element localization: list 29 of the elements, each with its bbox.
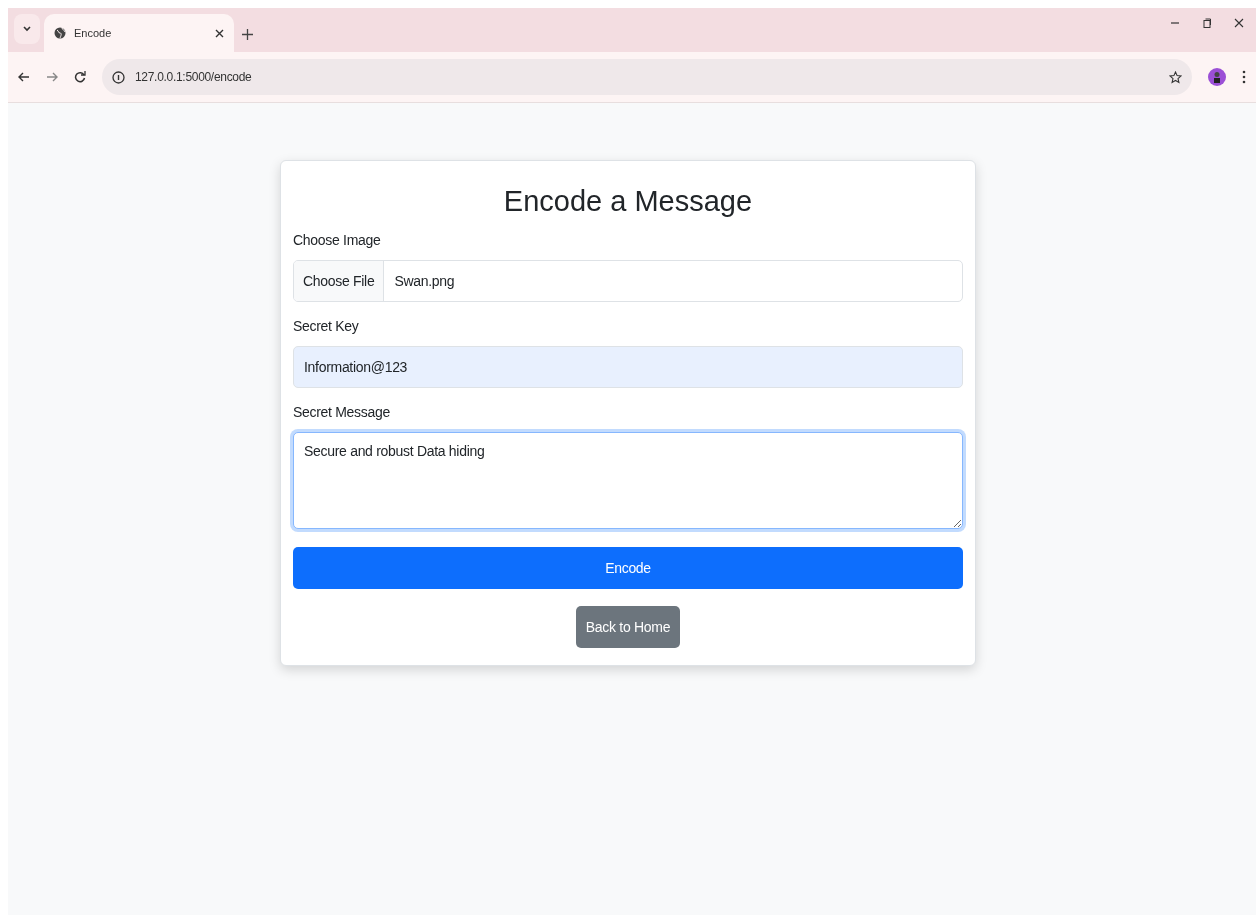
field-label: Secret Message [293, 404, 391, 420]
encode-button[interactable]: Encode [293, 547, 963, 589]
message-input[interactable]: Secure and robust Data hiding [293, 432, 963, 529]
field-label: Secret Key [293, 318, 360, 334]
file-name: Swan.png [393, 273, 455, 289]
close-icon[interactable] [215, 28, 224, 38]
menu-icon[interactable] [1242, 70, 1246, 84]
close-icon[interactable] [1234, 18, 1244, 28]
field-label: Choose Image [293, 232, 382, 248]
chevron-down-icon [23, 26, 31, 32]
profile-avatar[interactable] [1208, 68, 1226, 86]
choose-file-button[interactable]: Choose File [294, 261, 385, 301]
globe-icon [54, 27, 66, 39]
key-input[interactable]: Information@123 [293, 346, 963, 388]
address-bar[interactable]: 127.0.0.1:5000/encode [102, 59, 1192, 95]
star-icon[interactable] [1169, 70, 1182, 84]
file-input[interactable]: Choose File Swan.png [293, 260, 963, 302]
browser-tab[interactable]: Encode [44, 14, 234, 52]
tab-title: Encode [74, 27, 113, 39]
forward-icon[interactable] [46, 72, 58, 82]
url-text: 127.0.0.1:5000/encode [135, 70, 253, 84]
new-tab-icon[interactable] [242, 29, 253, 40]
restore-icon[interactable] [1202, 18, 1212, 28]
back-button[interactable]: Back to Home [575, 606, 681, 648]
reload-icon[interactable] [74, 71, 86, 83]
page-title: Encode a Message [502, 185, 754, 218]
info-icon[interactable] [112, 70, 125, 84]
person-icon [1212, 71, 1222, 83]
back-icon[interactable] [18, 72, 30, 82]
